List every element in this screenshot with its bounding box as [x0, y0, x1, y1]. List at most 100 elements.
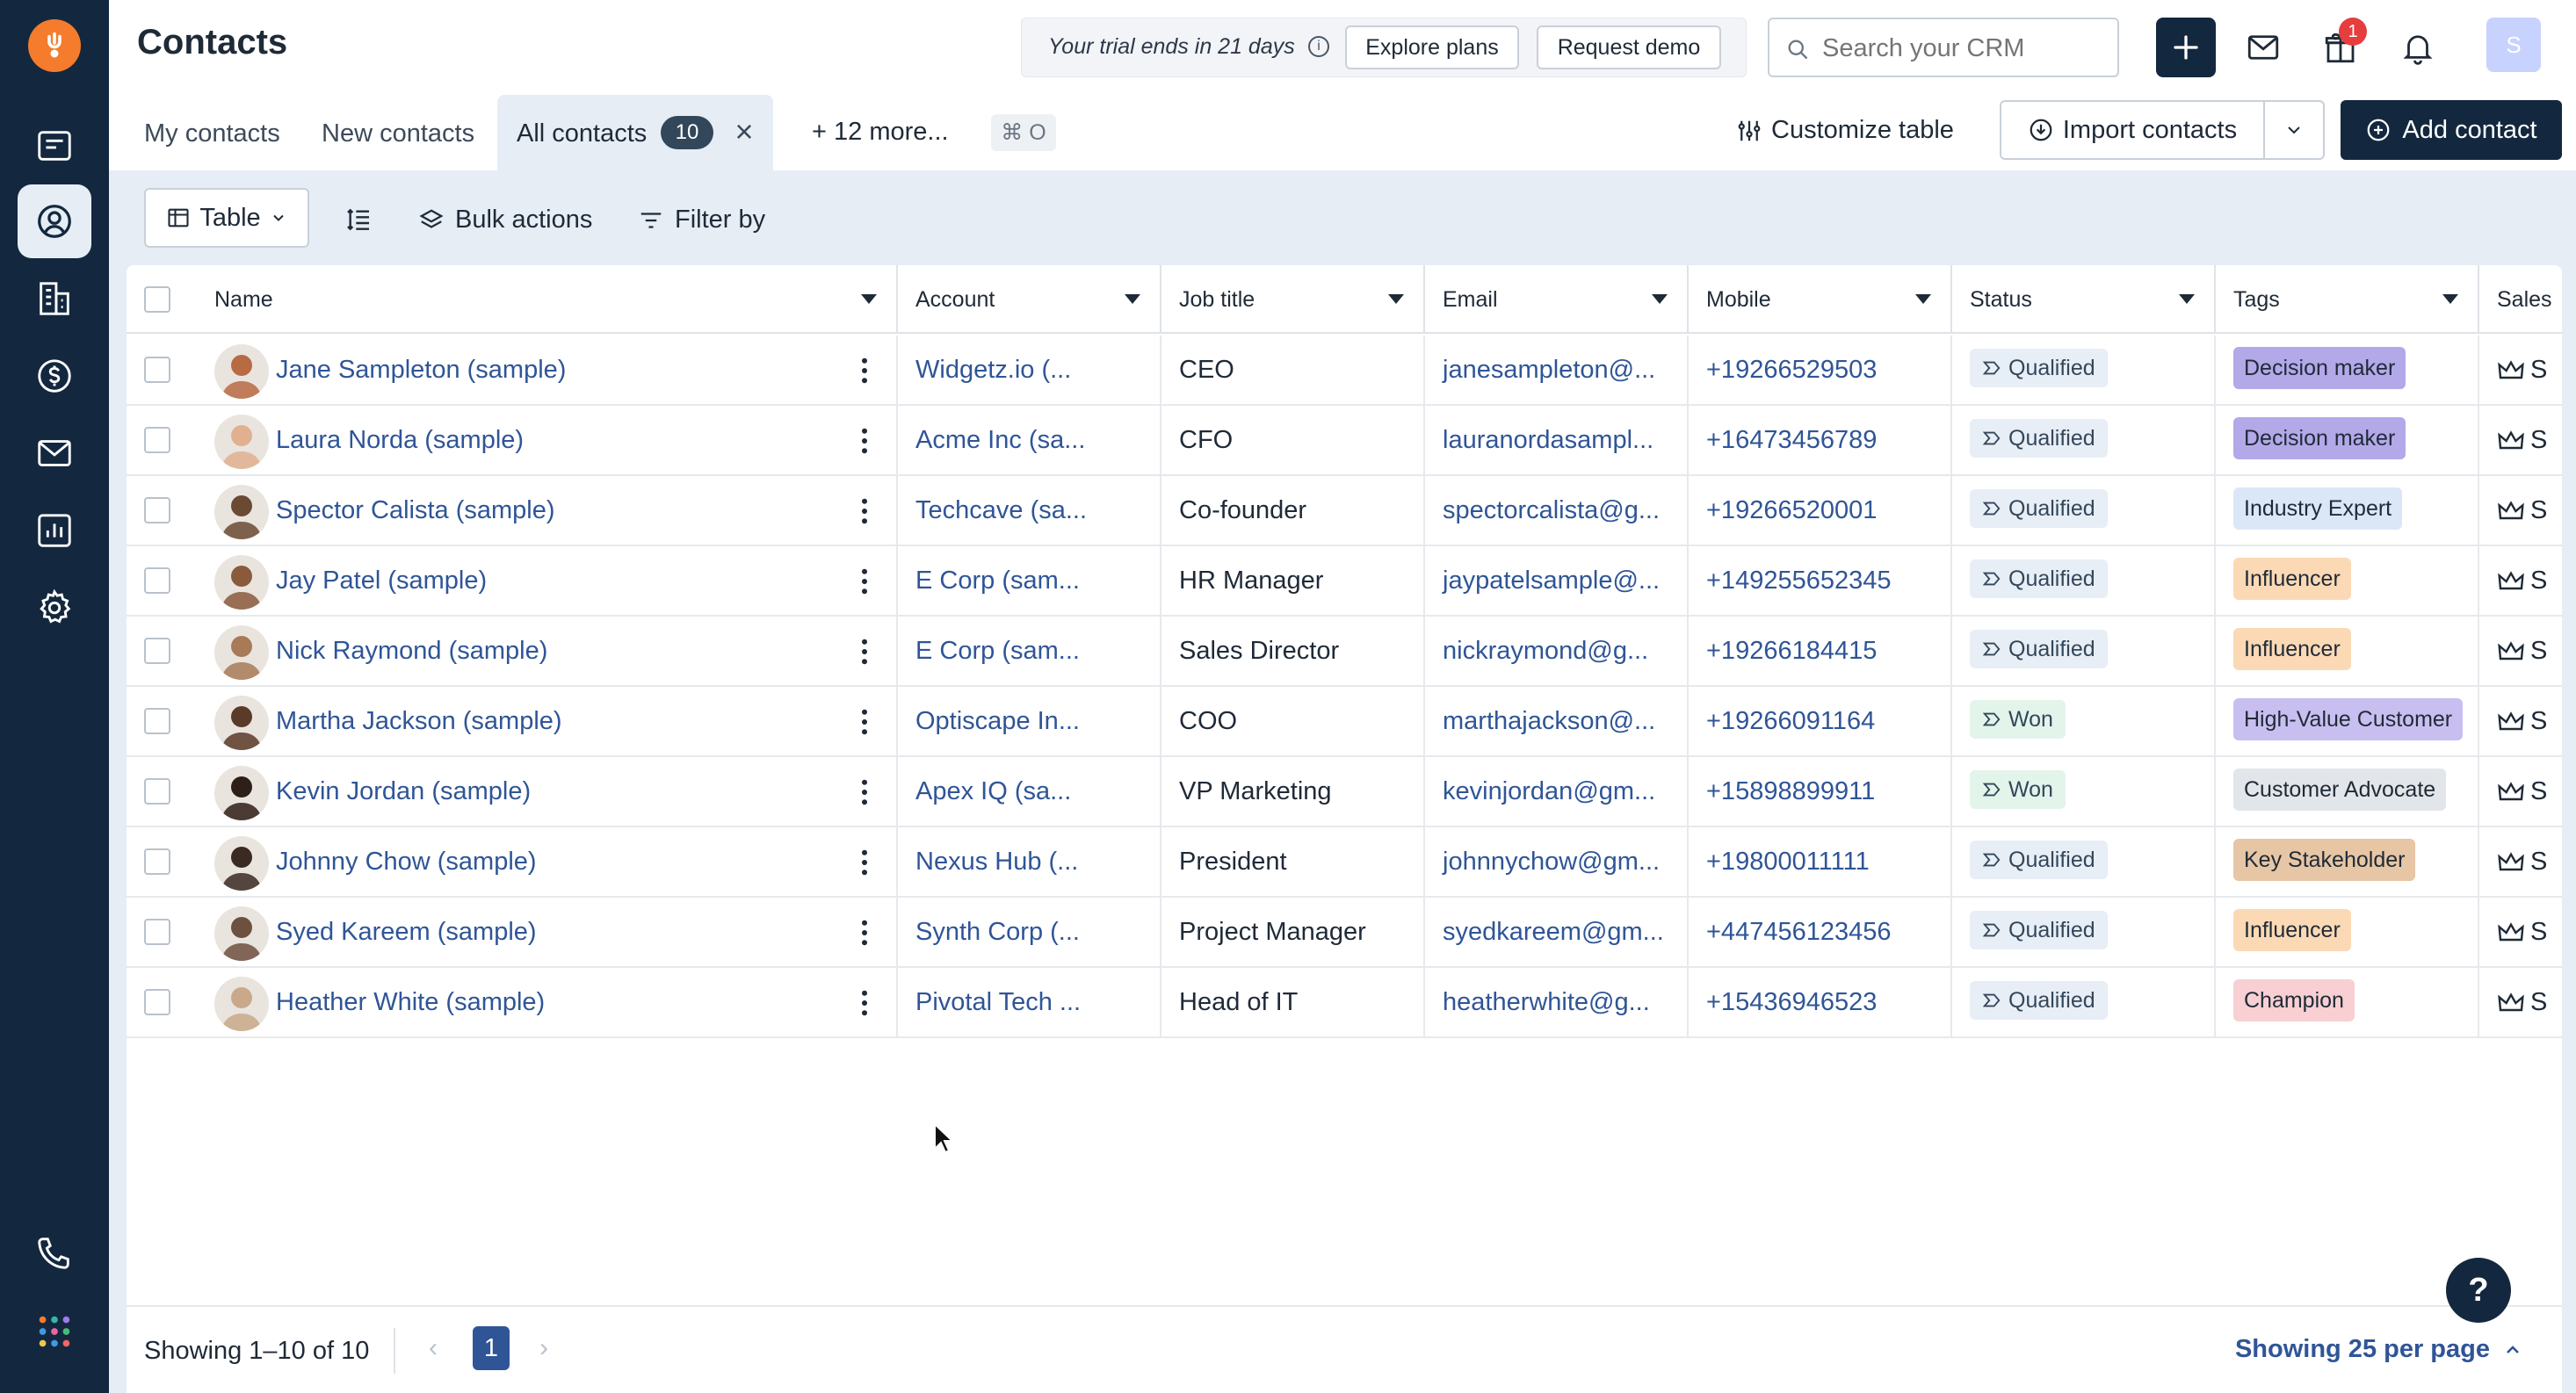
- table-row[interactable]: Jane Sampleton (sample) Widgetz.io (... CE…: [127, 336, 2562, 406]
- customize-table-button[interactable]: Customize table: [1736, 116, 1954, 145]
- contact-name-link[interactable]: Syed Kareem (sample): [276, 898, 838, 966]
- mobile-link[interactable]: +19266184415: [1687, 617, 1950, 685]
- mobile-link[interactable]: +15436946523: [1687, 968, 1950, 1036]
- column-header-mobile[interactable]: Mobile: [1687, 265, 1950, 334]
- contact-name-link[interactable]: Jane Sampleton (sample): [276, 336, 838, 404]
- column-header-job[interactable]: Job title: [1160, 265, 1423, 334]
- tag-chip[interactable]: High-Value Customer: [2233, 698, 2464, 741]
- sort-caret-icon[interactable]: [861, 294, 877, 304]
- sort-caret-icon[interactable]: [1388, 294, 1404, 304]
- tag-chip[interactable]: Decision maker: [2233, 347, 2406, 390]
- mobile-link[interactable]: +149255652345: [1687, 546, 1950, 615]
- table-row[interactable]: Johnny Chow (sample) Nexus Hub (... Presid…: [127, 827, 2562, 898]
- row-menu-icon[interactable]: [847, 915, 882, 950]
- table-row[interactable]: Syed Kareem (sample) Synth Corp (... Proje…: [127, 898, 2562, 968]
- create-new-button[interactable]: [2156, 18, 2216, 77]
- row-menu-icon[interactable]: [847, 775, 882, 810]
- import-dropdown-button[interactable]: [2263, 100, 2325, 160]
- email-link[interactable]: kevinjordan@gm...: [1423, 757, 1687, 826]
- row-density-button[interactable]: [344, 206, 373, 234]
- import-contacts-button[interactable]: Import contacts: [2000, 100, 2265, 160]
- tab-my-contacts[interactable]: My contacts: [144, 119, 280, 148]
- column-header-account[interactable]: Account: [896, 265, 1160, 334]
- row-checkbox[interactable]: [144, 708, 170, 734]
- sort-caret-icon[interactable]: [2179, 294, 2195, 304]
- info-icon[interactable]: i: [1308, 36, 1329, 57]
- more-views-button[interactable]: + 12 more...: [812, 118, 949, 147]
- row-checkbox[interactable]: [144, 497, 170, 523]
- row-checkbox[interactable]: [144, 567, 170, 594]
- row-menu-icon[interactable]: [847, 845, 882, 880]
- table-row[interactable]: Heather White (sample) Pivotal Tech ... He…: [127, 968, 2562, 1038]
- table-row[interactable]: Martha Jackson (sample) Optiscape In... CO…: [127, 687, 2562, 757]
- nav-email-icon[interactable]: [18, 416, 91, 490]
- tag-chip[interactable]: Champion: [2233, 979, 2355, 1022]
- nav-contacts-icon[interactable]: [18, 184, 91, 258]
- logo-icon[interactable]: [28, 19, 81, 72]
- contact-name-link[interactable]: Laura Norda (sample): [276, 406, 838, 474]
- row-menu-icon[interactable]: [847, 985, 882, 1021]
- search-input[interactable]: [1822, 30, 2103, 67]
- email-link[interactable]: spectorcalista@g...: [1423, 476, 1687, 545]
- contact-name-link[interactable]: Kevin Jordan (sample): [276, 757, 838, 826]
- table-row[interactable]: Laura Norda (sample) Acme Inc (sa... CFO la…: [127, 406, 2562, 476]
- table-row[interactable]: Nick Raymond (sample) E Corp (sam... Sales…: [127, 617, 2562, 687]
- bell-icon[interactable]: [2388, 18, 2448, 77]
- view-selector[interactable]: Table: [144, 188, 309, 248]
- request-demo-button[interactable]: Request demo: [1537, 25, 1721, 69]
- nav-dashboard-icon[interactable]: [18, 109, 91, 183]
- account-link[interactable]: Synth Corp (...: [896, 898, 1160, 966]
- account-link[interactable]: Pivotal Tech ...: [896, 968, 1160, 1036]
- column-header-email[interactable]: Email: [1423, 265, 1687, 334]
- row-checkbox[interactable]: [144, 989, 170, 1015]
- sort-caret-icon[interactable]: [1125, 294, 1140, 304]
- row-checkbox[interactable]: [144, 638, 170, 664]
- row-menu-icon[interactable]: [847, 564, 882, 599]
- account-link[interactable]: Techcave (sa...: [896, 476, 1160, 545]
- email-link[interactable]: jaypatelsample@...: [1423, 546, 1687, 615]
- explore-plans-button[interactable]: Explore plans: [1345, 25, 1519, 69]
- mobile-link[interactable]: +16473456789: [1687, 406, 1950, 474]
- contact-name-link[interactable]: Spector Calista (sample): [276, 476, 838, 545]
- tag-chip[interactable]: Customer Advocate: [2233, 769, 2447, 812]
- per-page-selector[interactable]: Showing 25 per page: [2235, 1335, 2523, 1364]
- row-checkbox[interactable]: [144, 357, 170, 383]
- tag-chip[interactable]: Industry Expert: [2233, 487, 2403, 530]
- row-checkbox[interactable]: [144, 427, 170, 453]
- account-link[interactable]: Acme Inc (sa...: [896, 406, 1160, 474]
- tab-all-contacts[interactable]: All contacts 10 ×: [497, 95, 773, 170]
- tag-chip[interactable]: Influencer: [2233, 628, 2351, 671]
- mail-icon[interactable]: [2233, 18, 2293, 77]
- table-row[interactable]: Jay Patel (sample) E Corp (sam... HR Manag…: [127, 546, 2562, 617]
- page-number-button[interactable]: 1: [473, 1326, 510, 1370]
- email-link[interactable]: syedkareem@gm...: [1423, 898, 1687, 966]
- email-link[interactable]: lauranordasampl...: [1423, 406, 1687, 474]
- next-page-icon[interactable]: ›: [539, 1333, 548, 1363]
- nav-deals-icon[interactable]: [18, 339, 91, 413]
- email-link[interactable]: johnnychow@gm...: [1423, 827, 1687, 896]
- sort-caret-icon[interactable]: [1652, 294, 1668, 304]
- contact-name-link[interactable]: Jay Patel (sample): [276, 546, 838, 615]
- email-link[interactable]: marthajackson@...: [1423, 687, 1687, 755]
- filter-by-button[interactable]: Filter by: [638, 206, 765, 235]
- row-menu-icon[interactable]: [847, 423, 882, 458]
- nav-accounts-icon[interactable]: [18, 262, 91, 336]
- row-checkbox[interactable]: [144, 919, 170, 945]
- email-link[interactable]: heatherwhite@g...: [1423, 968, 1687, 1036]
- account-link[interactable]: Apex IQ (sa...: [896, 757, 1160, 826]
- mobile-link[interactable]: +19266520001: [1687, 476, 1950, 545]
- column-header-sales[interactable]: Sales: [2478, 265, 2562, 334]
- mobile-link[interactable]: +19266529503: [1687, 336, 1950, 404]
- row-menu-icon[interactable]: [847, 634, 882, 669]
- tag-chip[interactable]: Decision maker: [2233, 417, 2406, 460]
- contact-name-link[interactable]: Johnny Chow (sample): [276, 827, 838, 896]
- search-box[interactable]: [1768, 18, 2119, 77]
- sort-caret-icon[interactable]: [2442, 294, 2458, 304]
- table-row[interactable]: Spector Calista (sample) Techcave (sa... C…: [127, 476, 2562, 546]
- tag-chip[interactable]: Influencer: [2233, 558, 2351, 601]
- help-button[interactable]: ?: [2446, 1258, 2511, 1323]
- row-menu-icon[interactable]: [847, 704, 882, 740]
- prev-page-icon[interactable]: ‹: [429, 1333, 438, 1363]
- sort-caret-icon[interactable]: [1915, 294, 1931, 304]
- email-link[interactable]: janesampleton@...: [1423, 336, 1687, 404]
